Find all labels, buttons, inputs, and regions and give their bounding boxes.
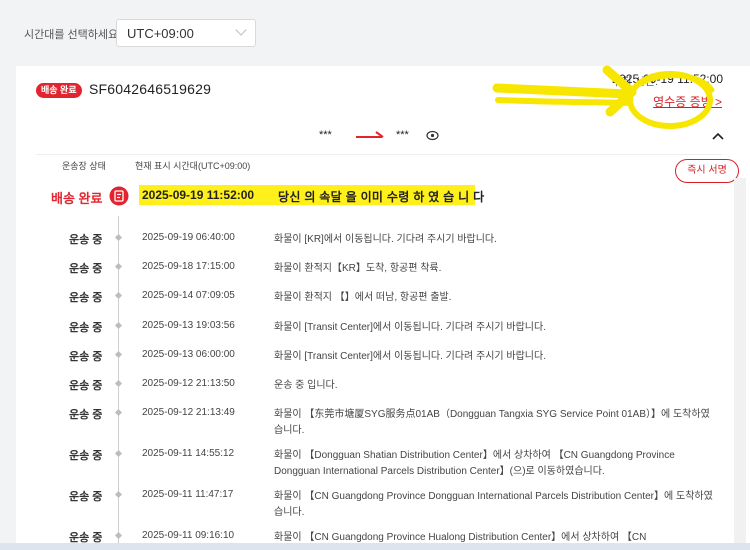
event-time: 2025-09-18 17:15:00 — [142, 261, 235, 272]
column-header-time: 현재 표시 시간대(UTC+09:00) — [135, 161, 251, 171]
instant-sign-button[interactable]: 즉시 서명 — [675, 159, 739, 183]
timezone-bar: 시간대를 선택하세요: UTC+09:00 — [0, 0, 750, 66]
event-status: 운송 중 — [69, 322, 103, 334]
event-message: 화물이 [Transit Center]에서 이동됩니다. 기다려 주시기 바랍… — [274, 322, 546, 333]
event-message: 화물이 【东莞市塘厦SYG服务点01AB（Dongguan Tangxia SY… — [274, 409, 710, 436]
event-time: 2025-09-11 11:47:17 — [142, 489, 234, 500]
collapse-icon[interactable] — [710, 128, 726, 144]
event-message: 화물이 환적지 【】에서 떠남, 항공편 출발. — [274, 292, 452, 303]
event-message: 화물이 [KR]에서 이동됩니다. 기다려 주시기 바랍니다. — [274, 234, 497, 245]
eye-icon[interactable] — [426, 130, 439, 141]
tracking-number: SF6042646519629 — [89, 81, 212, 97]
event-message: 화물이 [Transit Center]에서 이동됩니다. 기다려 주시기 바랍… — [274, 351, 546, 362]
latest-event-time: 2025-09-19 11:52:00 — [142, 188, 255, 202]
timezone-select[interactable]: UTC+09:00 — [116, 19, 256, 47]
event-time: 2025-09-14 07:09:05 — [142, 290, 235, 301]
event-time: 2025-09-11 14:55:12 — [142, 448, 235, 459]
event-time: 2025-09-12 21:13:49 — [142, 407, 235, 418]
route-to: *** — [396, 129, 409, 141]
status-badge: 배송 완료 — [36, 83, 82, 98]
event-status: 운송 중 — [69, 351, 103, 363]
column-header-status: 운송장 상태 — [62, 161, 106, 171]
route-arrow-icon — [356, 131, 384, 138]
timezone-selected-value: UTC+09:00 — [127, 26, 194, 41]
latest-event-message: 당신 의 속달 을 이미 수령 하 였 습 니 다 — [278, 190, 485, 204]
timezone-label: 시간대를 선택하세요: — [24, 29, 122, 41]
event-time: 2025-09-19 06:40:00 — [142, 232, 235, 243]
event-message: 화물이 【Dongguan Shatian Distribution Cente… — [274, 450, 675, 477]
latest-event: 배송 완료 2025-09-19 11:52:00 당신 의 속달 을 이미 수… — [16, 185, 736, 211]
bottom-strip — [0, 543, 750, 550]
chevron-down-icon — [235, 24, 247, 36]
event-status: 운송 중 — [69, 450, 103, 462]
event-status: 운송 중 — [69, 234, 103, 246]
scrollbar[interactable] — [734, 178, 746, 550]
event-status: 운송 중 — [69, 292, 103, 304]
event-message: 운송 중 입니다. — [274, 380, 338, 391]
event-status: 운송 중 — [69, 263, 103, 275]
event-status: 운송 중 — [69, 409, 103, 421]
latest-event-status: 배송 완료 — [51, 191, 103, 206]
event-status: 운송 중 — [69, 491, 103, 503]
event-time: 2025-09-11 09:16:10 — [142, 530, 235, 541]
event-status: 운송 중 — [69, 380, 103, 392]
route-summary: *** *** — [16, 127, 750, 147]
route-from: *** — [319, 129, 332, 141]
event-time: 2025-09-12 21:13:50 — [142, 378, 235, 389]
tracking-card: 배송 완료 SF6042646519629 수취 시간: 2025-09-19 … — [16, 66, 750, 550]
event-time: 2025-09-13 19:03:56 — [142, 320, 235, 331]
event-message: 화물이 【CN Guangdong Province Dongguan Inte… — [274, 491, 713, 518]
receipt-proof-link[interactable]: 영수증 증빙 > — [653, 93, 722, 110]
receive-time-value: 2025-09-19 11:52:00 — [612, 72, 723, 86]
event-message: 화물이 환적지【KR】도착, 항공편 착륙. — [274, 263, 442, 274]
delivered-icon — [109, 186, 129, 206]
event-time: 2025-09-13 06:00:00 — [142, 349, 235, 360]
